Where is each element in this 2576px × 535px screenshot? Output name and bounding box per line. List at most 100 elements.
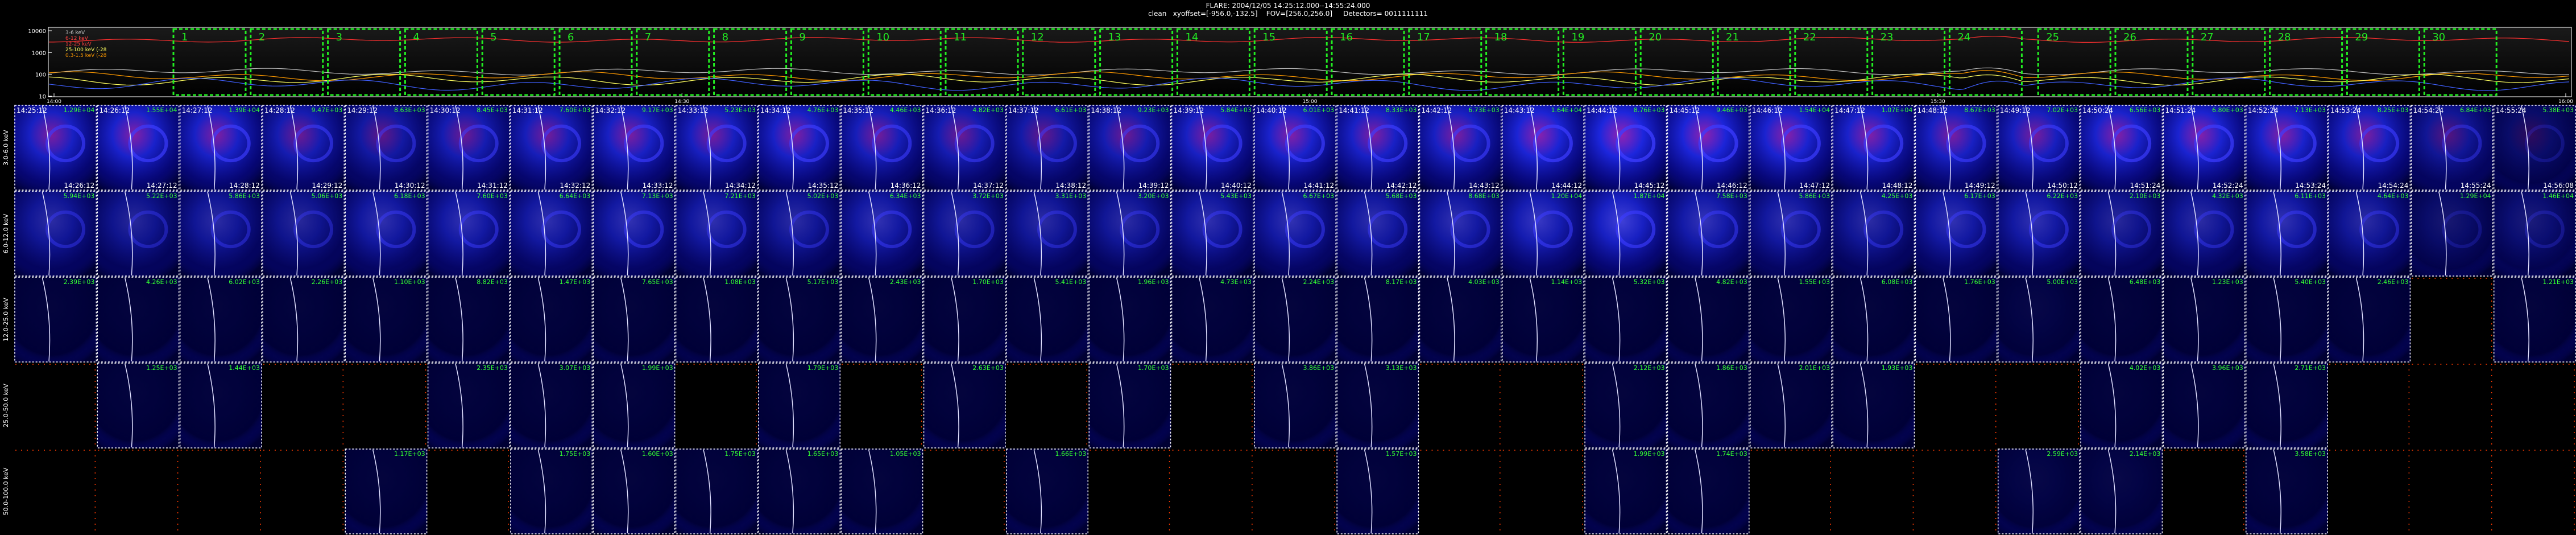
image-background bbox=[345, 363, 428, 448]
interval-start-time: 14:28:12 bbox=[264, 106, 295, 114]
row-energy-label: 50.0-100.0 keV bbox=[2, 467, 10, 515]
interval-end-time: 14:51:24 bbox=[2130, 182, 2160, 190]
peak-flux-value: 4.03E+03 bbox=[1468, 278, 1500, 286]
peak-flux-value: 4.32E+03 bbox=[2212, 192, 2243, 200]
peak-flux-value: 5.06E+03 bbox=[312, 192, 343, 200]
peak-flux-value: 8.25E+03 bbox=[2378, 106, 2409, 114]
interval-number: 2 bbox=[259, 31, 265, 43]
interval-end-time: 14:30:12 bbox=[395, 182, 425, 190]
y-tick-label: 10 bbox=[39, 94, 46, 100]
image-emission bbox=[179, 363, 262, 448]
image-background bbox=[2328, 363, 2411, 448]
image-background bbox=[1915, 448, 1998, 534]
image-cell: 5.86E+03 bbox=[1749, 191, 1833, 277]
x-tick-label: 15:00 bbox=[1303, 99, 1318, 105]
peak-flux-value: 3.31E+03 bbox=[1055, 192, 1087, 200]
image-background bbox=[179, 448, 262, 534]
peak-flux-value: 1.93E+03 bbox=[1882, 364, 1913, 372]
peak-flux-value: 1.60E+03 bbox=[642, 450, 673, 458]
image-cell: 6.48E+03 bbox=[2080, 277, 2163, 363]
image-background bbox=[14, 448, 97, 534]
peak-flux-value: 4.02E+03 bbox=[2130, 364, 2161, 372]
peak-flux-value: 8.76E+03 bbox=[1634, 106, 1665, 114]
interval-start-time: 14:36:12 bbox=[926, 106, 956, 114]
image-background bbox=[1171, 448, 1254, 534]
peak-flux-value: 4.73E+03 bbox=[1220, 278, 1252, 286]
image-cell: 2.46E+03 bbox=[2328, 277, 2411, 363]
image-cell: 6.67E+03 bbox=[1253, 191, 1337, 277]
image-cell: 3.13E+03 bbox=[1336, 363, 1419, 448]
image-cell bbox=[14, 363, 97, 448]
row-energy-label: 6.0-12.0 keV bbox=[2, 213, 10, 253]
interval-start-time: 14:29:12 bbox=[347, 106, 378, 114]
plot-header: FLARE: 2004/12/05 14:25:12.000--14:55:24… bbox=[0, 0, 2576, 19]
image-cell bbox=[2411, 277, 2494, 363]
image-cell: 5.68E+03 bbox=[1336, 191, 1419, 277]
image-cell: 4.46E+03 14:35:12 14:36:12 bbox=[840, 105, 923, 191]
image-cell: 4.32E+03 bbox=[2163, 191, 2246, 277]
image-cell: 6.64E+03 bbox=[510, 191, 593, 277]
interval-start-time: 14:43:12 bbox=[1504, 106, 1535, 114]
interval-number: 15 bbox=[1262, 31, 1275, 43]
peak-flux-value: 8.45E+03 bbox=[477, 106, 508, 114]
image-cell bbox=[1915, 363, 1998, 448]
image-cell: 6.73E+03 14:42:12 14:43:12 bbox=[1419, 105, 1502, 191]
image-cell: 9.17E+03 14:32:12 14:33:12 bbox=[593, 105, 676, 191]
peak-flux-value: 1.46E+04 bbox=[2542, 192, 2574, 200]
interval-number: 6 bbox=[568, 31, 574, 43]
interval-end-time: 14:48:12 bbox=[1882, 182, 1913, 190]
image-emission bbox=[1584, 448, 1667, 534]
peak-flux-value: 1.86E+03 bbox=[1716, 364, 1747, 372]
image-emission bbox=[427, 277, 510, 363]
peak-flux-value: 2.63E+03 bbox=[972, 364, 1004, 372]
peak-flux-value: 2.39E+03 bbox=[64, 278, 95, 286]
image-cell: 1.29E+04 14:25:12 14:26:12 bbox=[14, 105, 97, 191]
image-cell: 1.99E+03 bbox=[593, 363, 676, 448]
image-cell: 1.05E+03 bbox=[840, 448, 923, 534]
image-cell: 2.43E+03 bbox=[840, 277, 923, 363]
peak-flux-value: 8.67E+03 bbox=[1964, 106, 1995, 114]
peak-flux-value: 8.63E+03 bbox=[394, 106, 425, 114]
image-cell bbox=[1501, 363, 1585, 448]
image-cell: 6.56E+03 14:50:24 14:51:24 bbox=[2080, 105, 2163, 191]
image-emission bbox=[1336, 363, 1419, 448]
interval-number: 28 bbox=[2278, 31, 2291, 43]
image-cell: 8.82E+03 bbox=[427, 277, 510, 363]
image-cell: 2.01E+03 bbox=[1749, 363, 1833, 448]
peak-flux-value: 5.00E+03 bbox=[2047, 278, 2078, 286]
image-cell: 5.41E+03 bbox=[1005, 277, 1089, 363]
image-emission bbox=[1005, 448, 1089, 534]
image-cell: 9.23E+03 14:38:12 14:39:12 bbox=[1088, 105, 1171, 191]
interval-start-time: 14:25:12 bbox=[16, 106, 47, 114]
interval-number: 13 bbox=[1108, 31, 1121, 43]
peak-flux-value: 1.75E+03 bbox=[724, 450, 756, 458]
image-cell: 5.22E+03 bbox=[97, 191, 180, 277]
image-cell: 3.31E+03 bbox=[1005, 191, 1089, 277]
peak-flux-value: 2.59E+03 bbox=[2047, 450, 2078, 458]
image-emission bbox=[97, 277, 180, 363]
image-cell: 1.54E+04 14:46:12 14:47:12 bbox=[1749, 105, 1833, 191]
image-grid-panel: 3.0-6.0 keV 6.0-12.0 keV 12.0-25.0 keV 25.0… bbox=[0, 105, 2576, 535]
image-emission bbox=[1997, 277, 2081, 363]
image-cell: 2.59E+03 bbox=[1997, 448, 2081, 534]
image-cell bbox=[1171, 448, 1254, 534]
interval-number: 19 bbox=[1571, 31, 1584, 43]
peak-flux-value: 1.99E+03 bbox=[1634, 450, 1665, 458]
peak-flux-value: 1.70E+03 bbox=[1138, 364, 1169, 372]
peak-flux-value: 6.11E+03 bbox=[2295, 192, 2326, 200]
image-background bbox=[1171, 363, 1254, 448]
legend-entry: 25-100 keV (-28 bbox=[65, 47, 107, 53]
peak-flux-value: 8.82E+03 bbox=[477, 278, 508, 286]
image-cell bbox=[1749, 448, 1833, 534]
peak-flux-value: 5.40E+03 bbox=[2295, 278, 2326, 286]
image-background bbox=[97, 448, 180, 534]
image-cell: 9.46E+03 14:45:12 14:46:12 bbox=[1667, 105, 1750, 191]
image-cell: 8.76E+03 14:44:12 14:45:12 bbox=[1584, 105, 1667, 191]
peak-flux-value: 6.02E+03 bbox=[229, 278, 260, 286]
image-background bbox=[1749, 448, 1833, 534]
image-cell: 1.29E+04 bbox=[2411, 191, 2494, 277]
interval-end-time: 14:38:12 bbox=[1055, 182, 1086, 190]
interval-end-time: 14:32:12 bbox=[560, 182, 590, 190]
interval-number: 10 bbox=[876, 31, 889, 43]
image-cell: 8.63E+03 14:29:12 14:30:12 bbox=[345, 105, 428, 191]
